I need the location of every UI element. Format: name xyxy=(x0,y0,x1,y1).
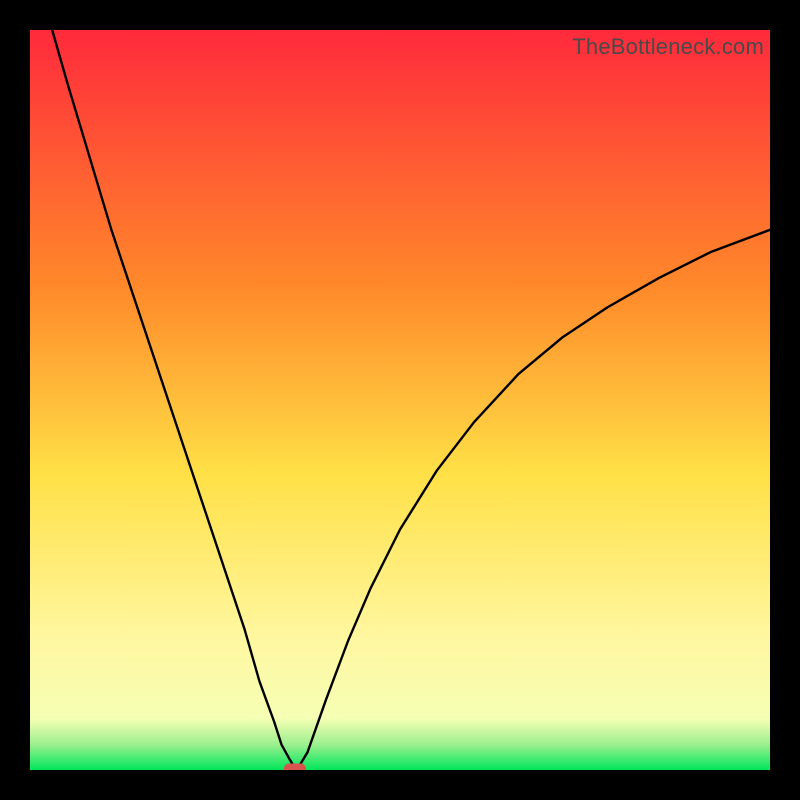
chart-frame: TheBottleneck.com xyxy=(30,30,770,770)
minimum-marker xyxy=(284,764,306,770)
watermark-text: TheBottleneck.com xyxy=(572,34,764,60)
chart-svg xyxy=(30,30,770,770)
chart-background xyxy=(30,30,770,770)
